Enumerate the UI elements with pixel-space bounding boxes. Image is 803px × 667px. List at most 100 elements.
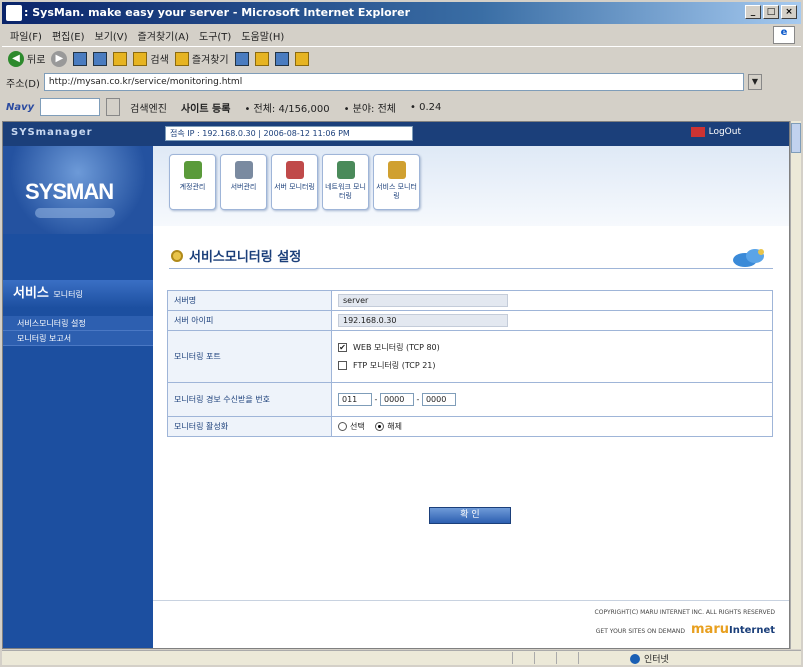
navy-category: • 분야: 전체 [343, 103, 396, 115]
navy-search-button[interactable]: 검색엔진 [126, 99, 171, 116]
form-row: 서버명 server [167, 290, 773, 311]
confirm-button[interactable]: 확 인 [429, 507, 511, 524]
server-ip-field: 192.168.0.30 [338, 314, 508, 327]
star-icon [174, 51, 189, 66]
vertical-scrollbar[interactable] [790, 121, 801, 649]
window-title: : SysMan. make easy your server - Micros… [24, 6, 410, 19]
history-icon[interactable] [254, 51, 269, 66]
cloud-decoration-icon [733, 249, 764, 267]
left-sidebar: SYSMAN 서비스 모니터링 서비스모니터링 설정 모니터링 보고서 [3, 146, 153, 648]
globe-icon [630, 653, 640, 664]
sidebar-submenu: 서비스모니터링 설정 모니터링 보고서 [3, 316, 153, 346]
sidebar-item-monitoring-report[interactable]: 모니터링 보고서 [3, 331, 153, 346]
menu-help[interactable]: 도움말(H) [241, 28, 284, 43]
nav-network-monitoring[interactable]: 네트워크 모니터링 [322, 154, 369, 210]
back-button[interactable]: ◀ 뒤로 [8, 50, 45, 67]
address-input[interactable]: http://mysan.co.kr/service/monitoring.ht… [43, 73, 744, 91]
maru-logo: maruInternet [691, 622, 775, 637]
navy-total: • 전체: 4/156,000 [244, 103, 330, 115]
menu-favorites[interactable]: 즐겨찾기(A) [138, 28, 189, 43]
forward-arrow-icon: ▶ [51, 50, 68, 67]
windows-logo-icon: e [773, 26, 795, 44]
checkbox-empty-icon [338, 361, 347, 370]
server-name-label: 서버명 [167, 290, 332, 311]
menu-file[interactable]: 파일(F) [10, 28, 42, 43]
server-info: 접속 IP : 192.168.0.30 | 2006-08-12 11:06 … [165, 126, 413, 141]
server-icon [234, 161, 253, 179]
address-dropdown-icon[interactable]: ▼ [747, 74, 762, 90]
navy-count: • 0.24 [410, 101, 442, 113]
address-bar: 주소(D) http://mysan.co.kr/service/monitor… [2, 71, 801, 93]
title-bullet-icon [171, 249, 183, 262]
form-row: 모니터링 경보 수신받을 번호 011 - 0000 - 0000 [167, 382, 773, 417]
navy-site-register[interactable]: 사이트 등록 [177, 99, 234, 116]
monitor-port-label: 모니터링 포트 [167, 330, 332, 383]
page-viewport: SYSmanager 접속 IP : 192.168.0.30 | 2006-0… [2, 121, 790, 649]
stop-icon[interactable] [73, 51, 88, 66]
copyright-text: COPYRIGHT(C) MARU INTERNET INC. ALL RIGH… [594, 609, 775, 616]
server-ip-label: 서버 아이피 [167, 310, 332, 331]
scroll-thumb[interactable] [791, 123, 801, 153]
navy-brand: Navy [6, 101, 35, 113]
window-controls: _ □ × [745, 5, 797, 19]
brand-small: SYSmanager [11, 127, 93, 138]
network-icon [336, 161, 355, 179]
close-button[interactable]: × [781, 5, 797, 19]
service-icon [387, 161, 406, 179]
menu-bar: 파일(F) 편집(E) 보기(V) 즐겨찾기(A) 도구(T) 도움말(H) e [2, 25, 801, 45]
logout-button[interactable]: LogOut [690, 127, 741, 137]
menu-view[interactable]: 보기(V) [95, 28, 128, 43]
title-divider [169, 268, 773, 269]
phone-middle-input[interactable]: 0000 [379, 393, 414, 406]
phone-prefix-input[interactable]: 011 [338, 393, 372, 406]
maru-footer: GET YOUR SITES ON DEMAND maruInternet [596, 622, 775, 637]
navy-toolbar: Navy 검색엔진 사이트 등록 • 전체: 4/156,000 • 분야: 전… [2, 94, 801, 120]
nav-server-monitoring[interactable]: 서버 모니터링 [271, 154, 318, 210]
sidebar-item-monitoring-settings[interactable]: 서비스모니터링 설정 [3, 316, 153, 331]
mail-icon[interactable] [274, 51, 289, 66]
logo-area: SYSMAN [3, 146, 153, 234]
maximize-button[interactable]: □ [763, 5, 779, 19]
navy-search-input[interactable] [40, 98, 101, 116]
web-monitor-checkbox[interactable]: ✔ WEB 모니터링 (TCP 80) [338, 339, 766, 357]
page-title: 서비스모니터링 설정 [171, 246, 301, 265]
title-bar: : SysMan. make easy your server - Micros… [2, 2, 801, 24]
activate-on-radio[interactable]: 선택 [338, 421, 365, 432]
ie-icon [6, 5, 22, 21]
home-icon[interactable] [113, 51, 128, 66]
sysman-logo: SYSMAN [25, 179, 114, 204]
ftp-monitor-checkbox[interactable]: FTP 모니터링 (TCP 21) [338, 357, 766, 375]
minimize-button[interactable]: _ [745, 5, 761, 19]
nav-account[interactable]: 계정관리 [169, 154, 216, 210]
form-row: 모니터링 포트 ✔ WEB 모니터링 (TCP 80) FTP 모니터링 (TCP… [167, 330, 773, 383]
nav-server[interactable]: 서버관리 [220, 154, 267, 210]
print-icon[interactable] [294, 51, 309, 66]
nav-service-monitoring[interactable]: 서비스 모니터링 [373, 154, 420, 210]
server-name-field: server [338, 294, 508, 307]
phone-last-input[interactable]: 0000 [421, 393, 456, 406]
account-icon [183, 161, 202, 179]
refresh-icon[interactable] [93, 51, 108, 66]
form-row: 서버 아이피 192.168.0.30 [167, 310, 773, 331]
logo-decoration [35, 208, 115, 218]
favorites-button[interactable]: 즐겨찾기 [174, 51, 229, 66]
menu-tools[interactable]: 도구(T) [199, 28, 231, 43]
search-button[interactable]: 검색 [133, 51, 169, 66]
server-monitor-icon [285, 161, 304, 179]
browser-window: : SysMan. make easy your server - Micros… [0, 0, 803, 667]
top-nav: 계정관리 서버관리 서버 모니터링 네트워크 모니터링 서비스 모니터링 [169, 154, 420, 210]
navy-dropdown-icon[interactable] [106, 98, 121, 116]
sms-number-label: 모니터링 경보 수신받을 번호 [167, 382, 332, 417]
menu-edit[interactable]: 편집(E) [52, 28, 85, 43]
security-zone: 인터넷 [630, 652, 669, 665]
settings-form: 서버명 server 서버 아이피 192.168.0.30 모니터링 포트 ✔… [167, 290, 773, 437]
standard-toolbar: ◀ 뒤로 ▶ 검색 즐겨찾기 [2, 46, 801, 70]
site-topbar: SYSmanager 접속 IP : 192.168.0.30 | 2006-0… [3, 122, 789, 146]
address-label: 주소(D) [6, 78, 40, 90]
media-icon[interactable] [234, 51, 249, 66]
activate-off-radio[interactable]: 해제 [375, 421, 402, 432]
forward-button[interactable]: ▶ [51, 50, 68, 67]
form-row: 모니터링 활성화 선택 해제 [167, 416, 773, 437]
footer-divider [153, 600, 789, 601]
search-icon [133, 51, 148, 66]
